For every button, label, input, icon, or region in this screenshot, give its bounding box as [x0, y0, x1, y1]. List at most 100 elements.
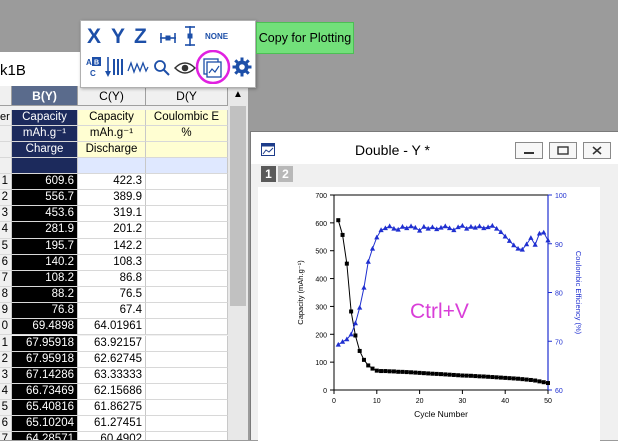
cell-c[interactable]: 319.1 — [78, 206, 146, 223]
row-number[interactable]: 3 — [0, 367, 12, 384]
cell-d[interactable] — [146, 319, 228, 336]
cell-d[interactable] — [146, 238, 228, 255]
corner-cell[interactable] — [0, 86, 12, 106]
cell-b[interactable]: 64.28571 — [12, 432, 78, 440]
scroll-thumb[interactable] — [230, 106, 246, 306]
row-number[interactable]: 4 — [0, 222, 12, 239]
row-label[interactable] — [0, 142, 12, 159]
cell-d[interactable] — [146, 190, 228, 207]
row-number[interactable]: 5 — [0, 400, 12, 417]
sort-columns-icon[interactable] — [105, 56, 125, 78]
column-header-d[interactable]: D(Y — [146, 86, 228, 106]
units-d[interactable]: % — [146, 126, 228, 143]
cell-c[interactable]: 108.3 — [78, 254, 146, 271]
blank-cell-b[interactable] — [12, 158, 78, 175]
cell-c[interactable]: 201.2 — [78, 222, 146, 239]
row-label[interactable]: er — [0, 110, 12, 127]
row-number[interactable]: 1 — [0, 335, 12, 352]
copy-for-plotting-icon[interactable] — [194, 50, 232, 84]
long-name-c[interactable]: Capacity — [78, 110, 146, 127]
cell-c[interactable]: 76.5 — [78, 287, 146, 304]
units-c[interactable]: mAh.g⁻¹ — [78, 126, 146, 143]
cell-c[interactable]: 64.01961 — [78, 319, 146, 336]
x-error-icon[interactable] — [159, 31, 177, 45]
cell-d[interactable] — [146, 367, 228, 384]
cell-b[interactable]: 67.95918 — [12, 351, 78, 368]
cell-c[interactable]: 86.8 — [78, 270, 146, 287]
cell-b[interactable]: 65.40816 — [12, 400, 78, 417]
cell-b[interactable]: 65.10204 — [12, 416, 78, 433]
cell-c[interactable]: 62.62745 — [78, 351, 146, 368]
cell-c[interactable]: 61.27451 — [78, 416, 146, 433]
comments-b[interactable]: Charge — [12, 142, 78, 159]
row-number[interactable]: 3 — [0, 206, 12, 223]
sort-abc-icon[interactable]: A B C — [84, 56, 102, 78]
cell-c[interactable]: 61.86275 — [78, 400, 146, 417]
long-name-b[interactable]: Capacity — [12, 110, 78, 127]
column-header-c[interactable]: C(Y) — [78, 86, 146, 106]
row-number[interactable]: 0 — [0, 319, 12, 336]
cell-c[interactable]: 62.15686 — [78, 383, 146, 401]
cell-b[interactable]: 556.7 — [12, 190, 78, 207]
cell-d[interactable] — [146, 335, 228, 352]
row-number[interactable]: 8 — [0, 287, 12, 304]
close-button[interactable] — [583, 142, 611, 159]
blank-cell-d[interactable] — [146, 158, 228, 175]
row-number[interactable]: 7 — [0, 432, 12, 440]
eye-icon[interactable] — [174, 61, 196, 75]
y-error-icon[interactable] — [184, 25, 196, 47]
cell-b[interactable]: 67.95918 — [12, 335, 78, 352]
cell-d[interactable] — [146, 351, 228, 368]
layer-tab-2[interactable]: 2 — [278, 166, 293, 182]
minimize-button[interactable] — [515, 142, 543, 159]
row-label[interactable] — [0, 158, 12, 175]
cell-c[interactable]: 142.2 — [78, 238, 146, 255]
restore-button[interactable] — [549, 142, 577, 159]
signal-wave-icon[interactable] — [127, 59, 149, 75]
row-number[interactable]: 9 — [0, 303, 12, 320]
cell-c[interactable]: 422.3 — [78, 174, 146, 191]
row-number[interactable]: 1 — [0, 174, 12, 191]
long-name-d[interactable]: Coulombic E — [146, 110, 228, 127]
cell-b[interactable]: 66.73469 — [12, 383, 78, 401]
magnifier-icon[interactable] — [153, 59, 171, 77]
comments-d[interactable] — [146, 142, 228, 159]
cell-d[interactable] — [146, 206, 228, 223]
cell-b[interactable]: 281.9 — [12, 222, 78, 239]
cell-d[interactable] — [146, 287, 228, 304]
set-as-z-button[interactable]: Z — [134, 25, 147, 49]
cell-d[interactable] — [146, 174, 228, 191]
row-number[interactable]: 2 — [0, 351, 12, 368]
cell-b[interactable]: 69.4898 — [12, 319, 78, 336]
row-number[interactable]: 6 — [0, 416, 12, 433]
cell-b[interactable]: 88.2 — [12, 287, 78, 304]
comments-c[interactable]: Discharge — [78, 142, 146, 159]
cell-d[interactable] — [146, 222, 228, 239]
set-as-y-button[interactable]: Y — [111, 25, 125, 49]
gear-icon[interactable] — [232, 57, 252, 77]
blank-cell-c[interactable] — [78, 158, 146, 175]
cell-c[interactable]: 60.4902 — [78, 432, 146, 440]
row-number[interactable]: 4 — [0, 383, 12, 401]
layer-tab-1[interactable]: 1 — [261, 166, 276, 182]
cell-b[interactable]: 67.14286 — [12, 367, 78, 384]
cell-d[interactable] — [146, 400, 228, 417]
cell-b[interactable]: 108.2 — [12, 270, 78, 287]
cell-c[interactable]: 63.92157 — [78, 335, 146, 352]
cell-d[interactable] — [146, 416, 228, 433]
units-b[interactable]: mAh.g⁻¹ — [12, 126, 78, 143]
column-header-b[interactable]: B(Y) — [12, 86, 78, 106]
cell-b[interactable]: 76.8 — [12, 303, 78, 320]
cell-b[interactable]: 140.2 — [12, 254, 78, 271]
set-as-x-button[interactable]: X — [87, 25, 101, 49]
cell-c[interactable]: 67.4 — [78, 303, 146, 320]
vertical-scrollbar[interactable]: ▲ — [228, 86, 248, 440]
scroll-up-arrow-icon[interactable]: ▲ — [228, 86, 248, 104]
row-label[interactable] — [0, 126, 12, 143]
cell-c[interactable]: 389.9 — [78, 190, 146, 207]
row-number[interactable]: 2 — [0, 190, 12, 207]
graph-titlebar[interactable]: Double - Y * — [251, 132, 618, 164]
cell-d[interactable] — [146, 432, 228, 440]
row-number[interactable]: 7 — [0, 270, 12, 287]
cell-c[interactable]: 63.33333 — [78, 367, 146, 384]
